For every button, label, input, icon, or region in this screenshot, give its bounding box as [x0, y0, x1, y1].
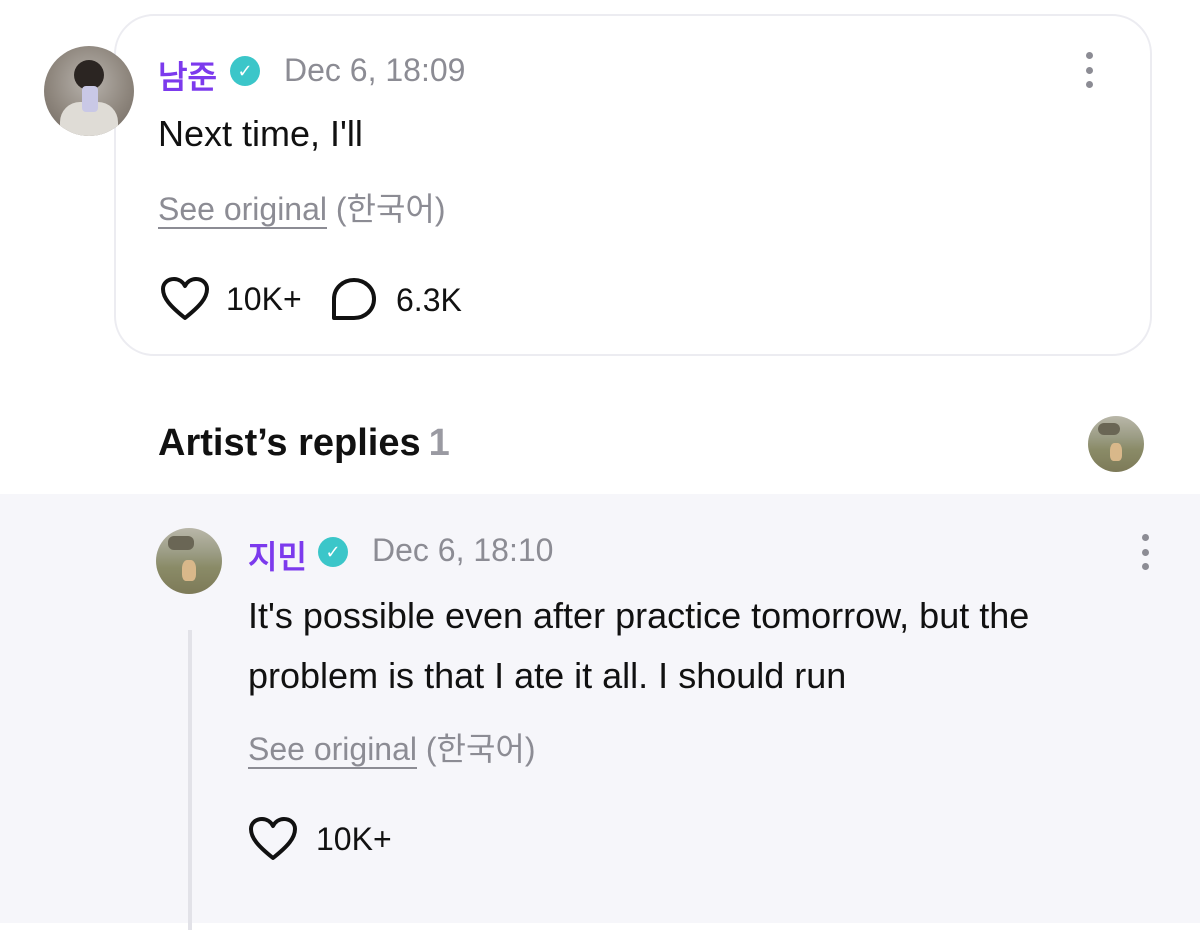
verified-badge-icon: ✓ — [318, 537, 348, 567]
see-original-link[interactable]: See original — [158, 191, 327, 227]
comment-text: Next time, I'll — [158, 113, 363, 154]
artist-replies-title: Artist’s replies — [158, 422, 421, 464]
like-button[interactable]: 10K+ — [248, 816, 392, 862]
verified-badge-icon: ✓ — [230, 56, 260, 86]
like-count: 10K+ — [316, 820, 392, 857]
reply-author-name[interactable]: 지민 — [248, 532, 307, 578]
reply-section: 지민 ✓ Dec 6, 18:10 It's possible even aft… — [0, 494, 1200, 930]
see-original-row: See original (한국어) — [248, 724, 536, 770]
kebab-menu-icon[interactable] — [1082, 52, 1096, 88]
comment-bubble-icon — [332, 278, 376, 320]
see-original-row: See original (한국어) — [158, 184, 446, 230]
heart-icon — [161, 277, 209, 320]
artist-reply-avatar[interactable] — [1088, 416, 1144, 472]
reply-author-avatar[interactable] — [156, 528, 222, 594]
artist-replies-count: 1 — [428, 422, 450, 464]
original-language-label: (한국어) — [425, 731, 536, 767]
kebab-menu-icon[interactable] — [1138, 534, 1152, 570]
comment-author-name[interactable]: 남준 — [158, 52, 217, 98]
comment-timestamp: Dec 6, 18:09 — [284, 52, 466, 88]
author-avatar[interactable] — [44, 46, 134, 136]
see-original-link[interactable]: See original — [248, 731, 417, 767]
thread-line — [188, 630, 192, 930]
original-language-label: (한국어) — [335, 191, 446, 227]
artist-replies-header: Artist’s replies 1 — [158, 422, 450, 465]
heart-icon — [249, 817, 297, 860]
reply-text: It's possible even after practice tomorr… — [248, 595, 1030, 696]
like-button[interactable]: 10K+ — [160, 276, 302, 322]
comment-count: 6.3K — [396, 281, 462, 318]
like-count: 10K+ — [226, 280, 302, 317]
comment-count-button[interactable]: 6.3K — [330, 276, 462, 324]
reply-timestamp: Dec 6, 18:10 — [372, 532, 554, 568]
